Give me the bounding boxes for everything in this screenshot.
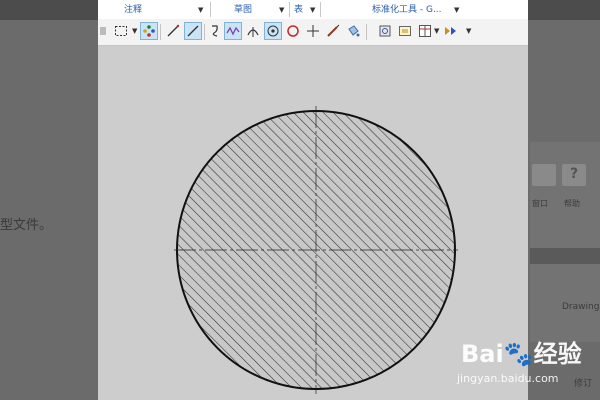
- box-select-icon[interactable]: [112, 22, 130, 40]
- background-bar: [530, 248, 600, 264]
- watermark-logo: Bai🐾经验: [461, 340, 582, 368]
- background-header-band: [0, 0, 98, 20]
- window-icon: [532, 164, 556, 186]
- cross-icon[interactable]: [304, 22, 322, 40]
- divider: [289, 2, 290, 17]
- divider: [366, 24, 367, 40]
- partial-icon[interactable]: [94, 22, 112, 40]
- ribbon-group-table[interactable]: 表 ▼: [294, 3, 320, 17]
- ribbon-group-annotation[interactable]: 注释 ▼: [124, 3, 208, 17]
- chevron-down-icon: ▼: [279, 6, 285, 14]
- watermark-url: jingyan.baidu.com: [457, 372, 559, 385]
- ribbon-group-standard-tools[interactable]: 标准化工具 - G... ▼: [372, 3, 460, 17]
- format-icon[interactable]: [442, 22, 460, 40]
- ribbon-group-label: 草图: [234, 5, 253, 15]
- ribbon-group-label: 标准化工具 - G...: [372, 5, 442, 15]
- pencil-icon[interactable]: [324, 22, 342, 40]
- point-icon[interactable]: [264, 22, 282, 40]
- fill-icon[interactable]: [344, 22, 362, 40]
- background-text: 型文件。: [0, 218, 53, 233]
- tangent-arc-icon[interactable]: [244, 22, 262, 40]
- chevron-down-icon[interactable]: ▼: [434, 27, 439, 35]
- watermark: Bai🐾经验 jingyan.baidu.com: [455, 334, 600, 394]
- help-label: 帮助: [564, 199, 580, 208]
- background-side-panel: [530, 142, 600, 342]
- chevron-down-icon[interactable]: ▼: [466, 27, 471, 35]
- chevron-down-icon: ▼: [454, 6, 460, 14]
- divider: [204, 24, 205, 40]
- ribbon-group-sketch[interactable]: 草图 ▼: [234, 3, 288, 17]
- view-icon[interactable]: [376, 22, 394, 40]
- circle-icon[interactable]: [284, 22, 302, 40]
- help-icon: [562, 164, 586, 186]
- drawing-tab-label: Drawing: [562, 302, 600, 312]
- line-icon[interactable]: [164, 22, 182, 40]
- window-label: 窗口: [532, 199, 548, 208]
- curve-icon[interactable]: [224, 22, 242, 40]
- centerline-icon[interactable]: [184, 22, 202, 40]
- ribbon-group-label: 表: [294, 5, 304, 15]
- frame-icon[interactable]: [396, 22, 414, 40]
- ribbon-group-label: 注释: [124, 5, 143, 15]
- divider: [320, 2, 321, 17]
- chevron-down-icon: ▼: [310, 6, 316, 14]
- spline-icon[interactable]: [206, 22, 224, 40]
- smart-select-icon[interactable]: [140, 22, 158, 40]
- background-page-left: 型文件。: [0, 0, 98, 400]
- divider: [210, 2, 211, 17]
- background-header-band-right: [528, 0, 600, 20]
- chevron-down-icon[interactable]: ▼: [132, 27, 137, 35]
- sketch-toolbar: ▼ ▼ ▼: [98, 19, 528, 46]
- divider: [160, 24, 161, 40]
- chevron-down-icon: ▼: [198, 6, 204, 14]
- table-icon[interactable]: [416, 22, 434, 40]
- ribbon-group-bar: 注释 ▼ 草图 ▼ 表 ▼ 标准化工具 - G... ▼: [98, 0, 528, 20]
